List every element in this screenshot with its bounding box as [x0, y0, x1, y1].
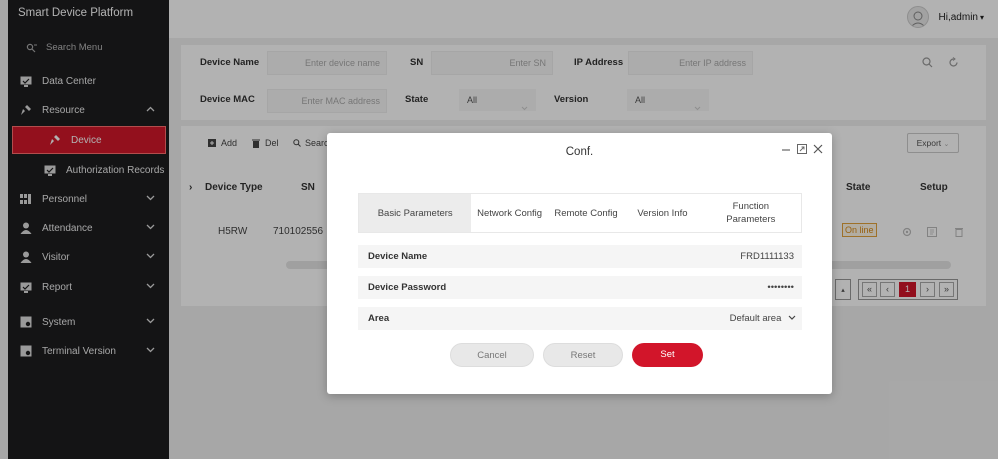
chevron-down-icon [788, 313, 796, 324]
tab-basic-parameters[interactable]: Basic Parameters [359, 194, 472, 232]
area-label: Area [368, 313, 390, 324]
reset-button[interactable]: Reset [543, 343, 623, 367]
maximize-icon[interactable] [797, 144, 807, 157]
area-select[interactable]: Default area [730, 313, 796, 324]
config-tabs: Basic Parameters Network Config Remote C… [358, 193, 802, 233]
device-password-label: Device Password [368, 282, 447, 293]
device-password-field[interactable]: •••••••• [767, 282, 794, 293]
device-name-label: Device Name [368, 251, 428, 262]
tab-function-parameters[interactable]: Function Parameters [701, 194, 801, 232]
device-name-row: Device Name FRD1111133 [358, 245, 802, 268]
tab-remote-config[interactable]: Remote Config [548, 194, 624, 232]
close-icon[interactable] [813, 144, 823, 157]
area-select-value: Default area [729, 313, 782, 324]
device-name-field[interactable]: FRD1111133 [740, 251, 794, 262]
dialog-controls [781, 144, 823, 157]
device-password-row: Device Password •••••••• [358, 276, 802, 299]
minimize-icon[interactable] [781, 144, 791, 157]
conf-dialog: Conf. Basic Parameters Network Config Re… [327, 133, 832, 394]
tab-version-info[interactable]: Version Info [624, 194, 700, 232]
area-row: Area Default area [358, 307, 802, 330]
cancel-button[interactable]: Cancel [450, 343, 534, 367]
set-button[interactable]: Set [632, 343, 703, 367]
dialog-title: Conf. [565, 146, 594, 158]
tab-network-config[interactable]: Network Config [471, 194, 547, 232]
